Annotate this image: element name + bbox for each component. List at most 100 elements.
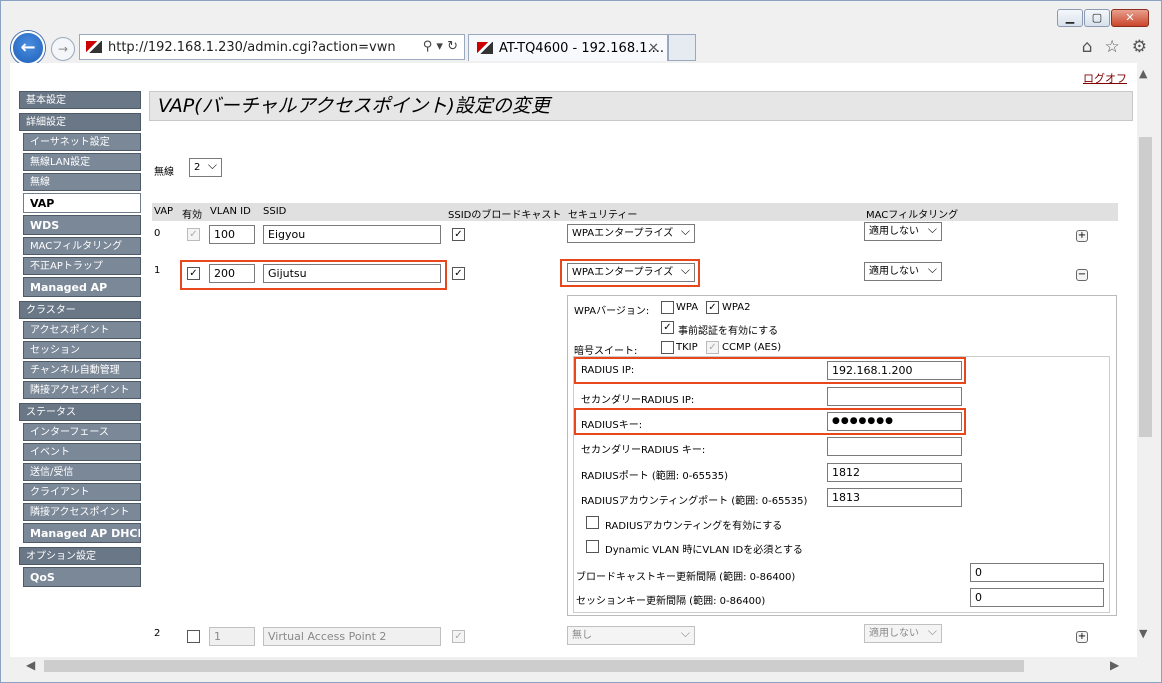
tkip-checkbox[interactable]: [661, 341, 674, 354]
sidebar-group-status[interactable]: ステータス: [19, 403, 141, 421]
sidebar-item-wlan[interactable]: 無線LAN設定: [23, 153, 141, 171]
minimize-icon[interactable]: ▁: [1057, 9, 1083, 27]
sidebar-item-radio[interactable]: 無線: [23, 173, 141, 191]
acct-port-label: RADIUSアカウンティングポート (範囲: 0-65535): [581, 496, 808, 507]
sidebar-item-rogue-ap[interactable]: 不正APトラップ: [23, 257, 141, 275]
row0-ssid-input[interactable]: Eigyou: [263, 225, 441, 244]
row2-ssid-input[interactable]: Virtual Access Point 2: [263, 627, 441, 646]
radius-port-label: RADIUSポート (範囲: 0-65535): [581, 471, 729, 482]
header-enabled: 有効: [182, 210, 202, 221]
search-refresh-icon[interactable]: ⚲ ▾ ↻: [423, 39, 458, 54]
cipher-label: 暗号スイート:: [574, 346, 638, 357]
row1-collapse-icon[interactable]: −: [1076, 269, 1088, 281]
scroll-down-icon[interactable]: ▼: [1139, 627, 1147, 640]
tab-favicon-icon: [477, 42, 493, 54]
vertical-scroll-thumb[interactable]: [1139, 137, 1152, 437]
sidebar-item-managed-ap-dhcp[interactable]: Managed AP DHCP: [23, 523, 141, 543]
acct-enable-label: RADIUSアカウンティングを有効にする: [605, 521, 783, 532]
row2-enabled-checkbox[interactable]: [187, 630, 200, 643]
new-tab-button[interactable]: [668, 34, 696, 61]
bcast-key-label: ブロードキャストキー更新間隔 (範囲: 0-86400): [576, 572, 796, 583]
bcast-key-input[interactable]: 0: [970, 563, 1104, 582]
preauth-checkbox[interactable]: ✓: [661, 321, 674, 334]
maximize-icon[interactable]: ▢: [1084, 9, 1110, 27]
browser-tab[interactable]: AT-TQ4600 - 192.168.1.... ✕: [468, 34, 668, 61]
row0-mac-select[interactable]: 適用しない: [864, 221, 942, 241]
row1-vap: 1: [154, 265, 161, 276]
tab-close-icon[interactable]: ✕: [648, 41, 659, 56]
sidebar-group-cluster[interactable]: クラスター: [19, 301, 141, 319]
ccmp-checkbox[interactable]: ✓: [706, 341, 719, 354]
row2-security-select[interactable]: 無し: [567, 625, 695, 645]
row1-mac-select[interactable]: 適用しない: [864, 261, 942, 281]
sidebar-item-client[interactable]: クライアント: [23, 483, 141, 501]
session-key-input[interactable]: 0: [970, 588, 1104, 607]
sidebar-item-channel[interactable]: チャンネル自動管理: [23, 361, 141, 379]
favorites-star-icon[interactable]: ☆: [1105, 37, 1120, 57]
sidebar-item-neighbor-ap[interactable]: 隣接アクセスポイント: [23, 381, 141, 399]
radius-ip2-input[interactable]: [827, 387, 962, 406]
row0-enabled-checkbox[interactable]: ✓: [187, 228, 200, 241]
horizontal-scroll-thumb[interactable]: [44, 660, 1024, 672]
settings-gear-icon[interactable]: ⚙: [1132, 37, 1147, 57]
row2-expand-icon[interactable]: +: [1076, 631, 1088, 643]
sidebar-item-access-point[interactable]: アクセスポイント: [23, 321, 141, 339]
radius-port-input[interactable]: 1812: [827, 463, 962, 482]
wpa-version-label: WPAバージョン:: [574, 306, 650, 317]
home-icon[interactable]: ⌂: [1082, 37, 1093, 57]
radius-key2-input[interactable]: [827, 437, 962, 456]
scroll-up-icon[interactable]: ▲: [1139, 67, 1147, 80]
radius-ip2-label: セカンダリーRADIUS IP:: [581, 395, 695, 406]
row2-mac-select[interactable]: 適用しない: [864, 623, 942, 643]
radio-select[interactable]: 2: [189, 157, 222, 177]
tkip-label: TKIP: [676, 342, 698, 353]
highlight-row1-security: [560, 259, 700, 287]
row2-broadcast-checkbox[interactable]: ✓: [452, 630, 465, 643]
row0-vap: 0: [154, 228, 161, 239]
sidebar-item-qos[interactable]: QoS: [23, 567, 141, 587]
sidebar-item-wds[interactable]: WDS: [23, 215, 141, 235]
vertical-scrollbar[interactable]: ▲ ▼: [1137, 63, 1154, 657]
sidebar-nav: 基本設定 詳細設定 イーサネット設定 無線LAN設定 無線 VAP WDS MA…: [19, 91, 141, 589]
scroll-left-icon[interactable]: ◀: [26, 658, 35, 672]
sidebar-item-managed-ap[interactable]: Managed AP: [23, 277, 141, 297]
row0-vlan-input[interactable]: 100: [209, 225, 255, 244]
sidebar-item-session[interactable]: セッション: [23, 341, 141, 359]
sidebar-item-interface[interactable]: インターフェース: [23, 423, 141, 441]
sidebar-item-vap[interactable]: VAP: [23, 193, 141, 213]
scroll-right-icon[interactable]: ▶: [1110, 658, 1119, 672]
radio-label: 無線: [154, 167, 174, 178]
dyn-vlan-checkbox[interactable]: [586, 540, 599, 553]
row1-broadcast-checkbox[interactable]: ✓: [452, 267, 465, 280]
address-bar[interactable]: http://192.168.1.230/admin.cgi?action=vw…: [79, 34, 465, 60]
logoff-link[interactable]: ログオフ: [1083, 70, 1127, 86]
back-arrow-icon[interactable]: ←: [11, 31, 45, 65]
forward-arrow-icon[interactable]: →: [51, 37, 75, 61]
acct-enable-checkbox[interactable]: [586, 516, 599, 529]
sidebar-group-basic[interactable]: 基本設定: [19, 91, 141, 109]
radius-key2-label: セカンダリーRADIUS キー:: [581, 445, 706, 456]
highlight-radius-ip: [574, 357, 966, 384]
row0-security-select[interactable]: WPAエンタープライズ: [567, 223, 695, 243]
session-key-label: セッションキー更新間隔 (範囲: 0-86400): [576, 596, 766, 607]
sidebar-item-event[interactable]: イベント: [23, 443, 141, 461]
sidebar-item-tx-rx[interactable]: 送信/受信: [23, 463, 141, 481]
row0-broadcast-checkbox[interactable]: ✓: [452, 228, 465, 241]
address-url: http://192.168.1.230/admin.cgi?action=vw…: [108, 39, 396, 55]
close-icon[interactable]: ✕: [1111, 9, 1149, 27]
sidebar-item-neighbor-ap-status[interactable]: 隣接アクセスポイント: [23, 503, 141, 521]
wpa2-checkbox[interactable]: ✓: [706, 301, 719, 314]
sidebar-item-ethernet[interactable]: イーサネット設定: [23, 133, 141, 151]
sidebar-group-options[interactable]: オプション設定: [19, 547, 141, 565]
acct-port-input[interactable]: 1813: [827, 488, 962, 507]
row0-expand-icon[interactable]: +: [1076, 230, 1088, 242]
horizontal-scrollbar[interactable]: ◀ ▶: [10, 657, 1137, 675]
sidebar-item-mac-filter[interactable]: MACフィルタリング: [23, 237, 141, 255]
dyn-vlan-label: Dynamic VLAN 時にVLAN IDを必須とする: [605, 545, 803, 556]
sidebar-group-advanced[interactable]: 詳細設定: [19, 113, 141, 131]
wpa-checkbox[interactable]: [661, 301, 674, 314]
page-title: VAP(バーチャルアクセスポイント)設定の変更: [149, 91, 1133, 121]
row2-vap: 2: [154, 628, 161, 639]
row2-vlan-input[interactable]: 1: [209, 627, 255, 646]
page-viewport: ログオフ 基本設定 詳細設定 イーサネット設定 無線LAN設定 無線 VAP W…: [10, 63, 1137, 657]
